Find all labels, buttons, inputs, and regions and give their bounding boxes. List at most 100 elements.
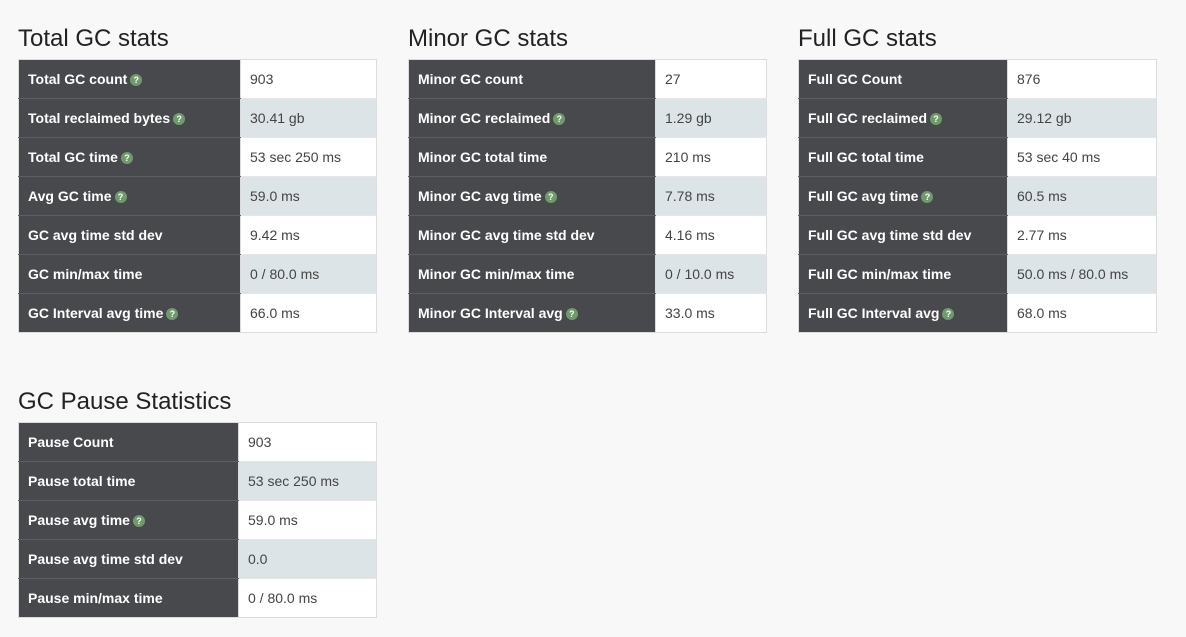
stat-row: Full GC reclaimed? 29.12 gb — [798, 98, 1157, 138]
panel-title: Full GC stats — [798, 25, 937, 52]
stat-value: 0 / 80.0 ms — [240, 254, 377, 294]
stat-value: 66.0 ms — [240, 293, 377, 333]
stat-label: Full GC reclaimed — [808, 110, 928, 126]
panel-title: Minor GC stats — [408, 25, 569, 52]
stat-value: 210 ms — [655, 137, 767, 177]
stat-value: 4.16 ms — [655, 215, 767, 255]
stat-row: Avg GC time? 59.0 ms — [18, 176, 377, 216]
stat-label-cell: Minor GC total time — [408, 137, 656, 177]
stat-value: 903 — [240, 59, 377, 99]
stat-value: 33.0 ms — [655, 293, 767, 333]
stat-row: Full GC Count 876 — [798, 59, 1157, 99]
stat-value: 903 — [238, 422, 377, 462]
stat-value: 53 sec 250 ms — [240, 137, 377, 177]
stat-label: Total GC count — [28, 71, 128, 87]
stat-label-cell: GC Interval avg time? — [18, 293, 241, 333]
panel-title: GC Pause Statistics — [18, 388, 232, 415]
stat-row: GC min/max time 0 / 80.0 ms — [18, 254, 377, 294]
stat-row: Pause Count 903 — [18, 422, 377, 462]
stat-label-cell: Total GC time? — [18, 137, 241, 177]
stat-row: Minor GC total time 210 ms — [408, 137, 767, 177]
stat-value: 9.42 ms — [240, 215, 377, 255]
stat-row: Total reclaimed bytes? 30.41 gb — [18, 98, 377, 138]
stat-label-cell: Minor GC Interval avg? — [408, 293, 656, 333]
stat-row: GC Interval avg time? 66.0 ms — [18, 293, 377, 333]
stat-value: 68.0 ms — [1007, 293, 1157, 333]
help-icon[interactable]: ? — [565, 308, 578, 320]
stat-value: 53 sec 40 ms — [1007, 137, 1157, 177]
stat-label: GC min/max time — [28, 266, 143, 282]
stat-label: Total reclaimed bytes — [28, 110, 171, 126]
stat-label-cell: Pause total time — [18, 461, 239, 501]
stat-label-cell: Full GC min/max time — [798, 254, 1008, 294]
help-icon[interactable]: ? — [942, 308, 955, 320]
stat-value: 7.78 ms — [655, 176, 767, 216]
stat-label: Pause min/max time — [28, 590, 163, 606]
stat-row: Pause avg time std dev 0.0 — [18, 539, 377, 579]
help-icon[interactable]: ? — [130, 74, 143, 86]
stat-value: 59.0 ms — [240, 176, 377, 216]
stat-label: Pause avg time — [28, 512, 130, 528]
stat-row: Full GC avg time? 60.5 ms — [798, 176, 1157, 216]
stat-row: Full GC avg time std dev 2.77 ms — [798, 215, 1157, 255]
stat-row: Pause min/max time 0 / 80.0 ms — [18, 578, 377, 618]
stat-row: Minor GC avg time std dev 4.16 ms — [408, 215, 767, 255]
stat-label: Minor GC count — [418, 71, 523, 87]
total-gc-stats-panel: Total GC stats Total GC count? 903 Total r… — [18, 25, 377, 333]
stat-label: Full GC avg time — [808, 188, 919, 204]
help-icon[interactable]: ? — [132, 515, 145, 527]
stat-label: Full GC avg time std dev — [808, 227, 972, 243]
stat-label: Total GC time — [28, 149, 118, 165]
stat-label-cell: Full GC avg time std dev — [798, 215, 1008, 255]
stat-value: 30.41 gb — [240, 98, 377, 138]
stat-label: Minor GC avg time — [418, 188, 542, 204]
stat-row: Full GC Interval avg? 68.0 ms — [798, 293, 1157, 333]
stat-label-cell: Full GC Count — [798, 59, 1008, 99]
stat-label: GC Interval avg time — [28, 305, 164, 321]
help-icon[interactable]: ? — [114, 191, 127, 203]
stat-row: Minor GC Interval avg? 33.0 ms — [408, 293, 767, 333]
stat-value: 0.0 — [238, 539, 377, 579]
gc-pause-statistics-table: Pause Count 903 Pause total time 53 sec 250… — [18, 422, 377, 618]
stat-label: Minor GC avg time std dev — [418, 227, 595, 243]
help-icon[interactable]: ? — [166, 308, 179, 320]
stat-label-cell: Avg GC time? — [18, 176, 241, 216]
stat-label: Full GC total time — [808, 149, 924, 165]
minor-gc-stats-panel: Minor GC stats Minor GC count 27 Minor GC … — [408, 25, 767, 333]
stat-label-cell: GC min/max time — [18, 254, 241, 294]
stat-label: Full GC Interval avg — [808, 305, 940, 321]
help-icon[interactable]: ? — [173, 113, 186, 125]
stat-row: Full GC min/max time 50.0 ms / 80.0 ms — [798, 254, 1157, 294]
stat-row: Full GC total time 53 sec 40 ms — [798, 137, 1157, 177]
stat-value: 60.5 ms — [1007, 176, 1157, 216]
stat-label-cell: Minor GC reclaimed? — [408, 98, 656, 138]
stat-row: Total GC count? 903 — [18, 59, 377, 99]
stat-label-cell: Minor GC avg time? — [408, 176, 656, 216]
stat-label: Minor GC Interval avg — [418, 305, 563, 321]
stat-row: Minor GC avg time? 7.78 ms — [408, 176, 767, 216]
help-icon[interactable]: ? — [553, 113, 566, 125]
full-gc-stats-panel: Full GC stats Full GC Count 876 Full GC re… — [798, 25, 1157, 333]
stat-label: Minor GC min/max time — [418, 266, 575, 282]
help-icon[interactable]: ? — [544, 191, 557, 203]
stat-row: Pause total time 53 sec 250 ms — [18, 461, 377, 501]
full-gc-stats-table: Full GC Count 876 Full GC reclaimed? 29.12 … — [798, 59, 1157, 333]
stat-value: 29.12 gb — [1007, 98, 1157, 138]
stat-label: Minor GC reclaimed — [418, 110, 551, 126]
stat-value: 59.0 ms — [238, 500, 377, 540]
stat-label-cell: Pause Count — [18, 422, 239, 462]
stat-value: 0 / 10.0 ms — [655, 254, 767, 294]
stat-label: Full GC min/max time — [808, 266, 952, 282]
stat-value: 53 sec 250 ms — [238, 461, 377, 501]
stat-label-cell: Total GC count? — [18, 59, 241, 99]
stat-label-cell: Minor GC min/max time — [408, 254, 656, 294]
total-gc-stats-table: Total GC count? 903 Total reclaimed bytes?… — [18, 59, 377, 333]
help-icon[interactable]: ? — [921, 191, 934, 203]
stat-label-cell: Pause min/max time — [18, 578, 239, 618]
help-icon[interactable]: ? — [120, 152, 133, 164]
help-icon[interactable]: ? — [930, 113, 943, 125]
stat-label-cell: Minor GC count — [408, 59, 656, 99]
stat-label-cell: Pause avg time std dev — [18, 539, 239, 579]
stat-label-cell: Total reclaimed bytes? — [18, 98, 241, 138]
stat-value: 876 — [1007, 59, 1157, 99]
